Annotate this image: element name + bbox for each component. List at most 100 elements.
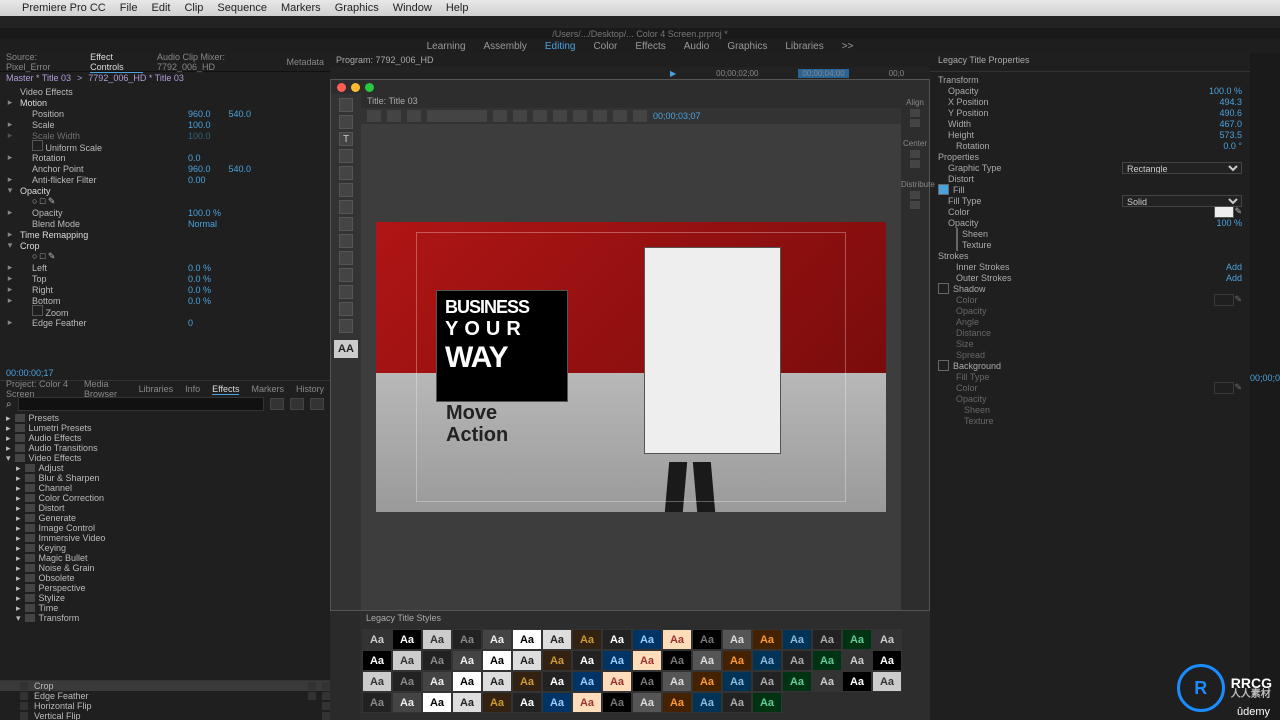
fx-position-label[interactable]: Position [20, 109, 182, 119]
title-style-swatch[interactable]: Aa [512, 671, 542, 692]
title-style-swatch[interactable]: Aa [482, 650, 512, 671]
graphic-type-select[interactable]: Rectangle [1122, 162, 1242, 174]
menu-markers[interactable]: Markers [281, 2, 321, 14]
tab-libs[interactable]: Libraries [139, 384, 174, 394]
menu-app[interactable]: Premiere Pro CC [22, 2, 106, 14]
underline-icon[interactable] [533, 110, 547, 122]
add-anchor-icon[interactable] [339, 217, 353, 231]
effects-search-input[interactable] [18, 397, 264, 411]
tab-project[interactable]: Project: Color 4 Screen [6, 379, 72, 399]
font-family-dropdown[interactable] [427, 110, 487, 122]
title-style-swatch[interactable]: Aa [452, 650, 482, 671]
title-style-swatch[interactable]: Aa [782, 671, 812, 692]
crop-zoom-checkbox[interactable] [32, 305, 43, 316]
fx-badge-2[interactable] [290, 398, 304, 410]
ws-editing[interactable]: Editing [545, 41, 576, 52]
title-style-swatch[interactable]: Aa [452, 629, 482, 650]
texture-checkbox[interactable] [956, 239, 958, 251]
title-style-swatch[interactable]: Aa [482, 671, 512, 692]
timeline-collapsed[interactable]: 00;00;05;27 [1250, 53, 1280, 720]
italic-icon[interactable] [513, 110, 527, 122]
effect-crop[interactable]: Crop [0, 681, 330, 691]
rectangle-tool-icon[interactable] [339, 234, 353, 248]
menu-window[interactable]: Window [393, 2, 432, 14]
title-style-swatch[interactable]: Aa [512, 692, 542, 713]
title-style-swatch[interactable]: Aa [602, 692, 632, 713]
title-style-swatch[interactable]: Aa [602, 650, 632, 671]
effects-tree[interactable]: ▸Presets ▸Lumetri Presets ▸Audio Effects… [0, 411, 330, 680]
title-style-swatch[interactable]: Aa [722, 692, 752, 713]
menu-sequence[interactable]: Sequence [217, 2, 267, 14]
title-tools[interactable]: T AA [331, 94, 361, 610]
title-style-swatch[interactable]: Aa [542, 629, 572, 650]
sheen-checkbox[interactable] [956, 228, 958, 240]
type-tool-icon[interactable]: T [339, 132, 353, 146]
title-style-swatch[interactable]: Aa [632, 692, 662, 713]
fx-badge-1[interactable] [270, 398, 284, 410]
title-style-swatch[interactable]: Aa [752, 629, 782, 650]
transform-sublist[interactable]: Crop Edge Feather Horizontal Flip Vertic… [0, 680, 330, 720]
crop-right[interactable]: Right [20, 285, 182, 295]
title-style-swatch[interactable]: Aa [392, 650, 422, 671]
title-style-swatch[interactable]: Aa [362, 650, 392, 671]
window-controls[interactable] [331, 80, 929, 94]
title-style-swatch[interactable]: Aa [452, 671, 482, 692]
title-style-swatch[interactable]: Aa [632, 671, 662, 692]
title-style-swatch[interactable]: Aa [512, 629, 542, 650]
title-style-swatch[interactable]: Aa [692, 629, 722, 650]
fill-checkbox[interactable] [938, 184, 949, 195]
line-tool-icon[interactable] [339, 319, 353, 333]
white-rectangle-shape[interactable] [644, 247, 781, 454]
crop-left[interactable]: Left [20, 263, 182, 273]
ellipse-tool-icon[interactable] [339, 302, 353, 316]
title-style-swatch[interactable]: Aa [422, 671, 452, 692]
fx-crop[interactable]: Crop [20, 241, 170, 251]
ws-learning[interactable]: Learning [427, 41, 466, 52]
title-style-swatch[interactable]: Aa [422, 692, 452, 713]
align-panel[interactable]: Align Center Distribute [901, 94, 929, 610]
title-style-swatch[interactable]: Aa [662, 650, 692, 671]
title-style-swatch[interactable]: Aa [602, 629, 632, 650]
fx-opacity[interactable]: Opacity [20, 186, 170, 196]
tab-media[interactable]: Media Browser [84, 379, 127, 399]
tab-markers2[interactable]: Markers [251, 384, 284, 394]
align-left-icon[interactable] [553, 110, 567, 122]
effect-controls-list[interactable]: Video Effects ▸Motion Position960.0540.0… [0, 84, 330, 368]
tab-stops-icon[interactable] [613, 110, 627, 122]
crop-feather[interactable]: Edge Feather [20, 318, 182, 328]
fx-timeremap[interactable]: Time Remapping [20, 230, 170, 240]
menu-edit[interactable]: Edit [151, 2, 170, 14]
shadow-checkbox[interactable] [938, 283, 949, 294]
title-style-swatch[interactable]: Aa [602, 671, 632, 692]
program-tab[interactable]: Program: 7792_006_HD [330, 53, 930, 67]
title-style-swatch[interactable]: Aa [812, 650, 842, 671]
fx-motion[interactable]: Motion [20, 98, 170, 108]
title-style-swatch[interactable]: Aa [392, 629, 422, 650]
fx-badge-3[interactable] [310, 398, 324, 410]
show-video-icon[interactable] [633, 110, 647, 122]
title-style-swatch[interactable]: Aa [362, 692, 392, 713]
mac-menubar[interactable]: Premiere Pro CC File Edit Clip Sequence … [0, 0, 1280, 16]
effect-hflip[interactable]: Horizontal Flip [0, 701, 330, 711]
source-panel-tabs[interactable]: Source: Pixel_Error Effect Controls Audi… [0, 53, 330, 72]
ws-assembly[interactable]: Assembly [484, 41, 527, 52]
fx-scale-label[interactable]: Scale [20, 120, 182, 130]
crop-top[interactable]: Top [20, 274, 182, 284]
clip-instance[interactable]: 7792_006_HD * Title 03 [88, 73, 184, 83]
title-tc[interactable]: 00;00;03;07 [653, 111, 701, 121]
menu-clip[interactable]: Clip [184, 2, 203, 14]
fx-position-x[interactable]: 960.0 [188, 109, 211, 119]
title-style-swatch[interactable]: Aa [482, 629, 512, 650]
ws-audio[interactable]: Audio [684, 41, 710, 52]
title-style-swatch[interactable]: Aa [722, 629, 752, 650]
legacy-title-window[interactable]: T AA Title: Title 03 [330, 79, 930, 611]
title-style-swatch[interactable]: Aa [692, 650, 722, 671]
title-style-swatch[interactable]: Aa [362, 671, 392, 692]
tab-effect-controls[interactable]: Effect Controls [90, 52, 143, 73]
title-style-swatch[interactable]: Aa [392, 692, 422, 713]
title-tab-label[interactable]: Title: Title 03 [367, 96, 418, 106]
title-style-swatch[interactable]: Aa [812, 629, 842, 650]
title-style-swatch[interactable]: Aa [872, 650, 902, 671]
area-type-icon[interactable] [339, 166, 353, 180]
center-v-icon[interactable] [910, 160, 920, 168]
